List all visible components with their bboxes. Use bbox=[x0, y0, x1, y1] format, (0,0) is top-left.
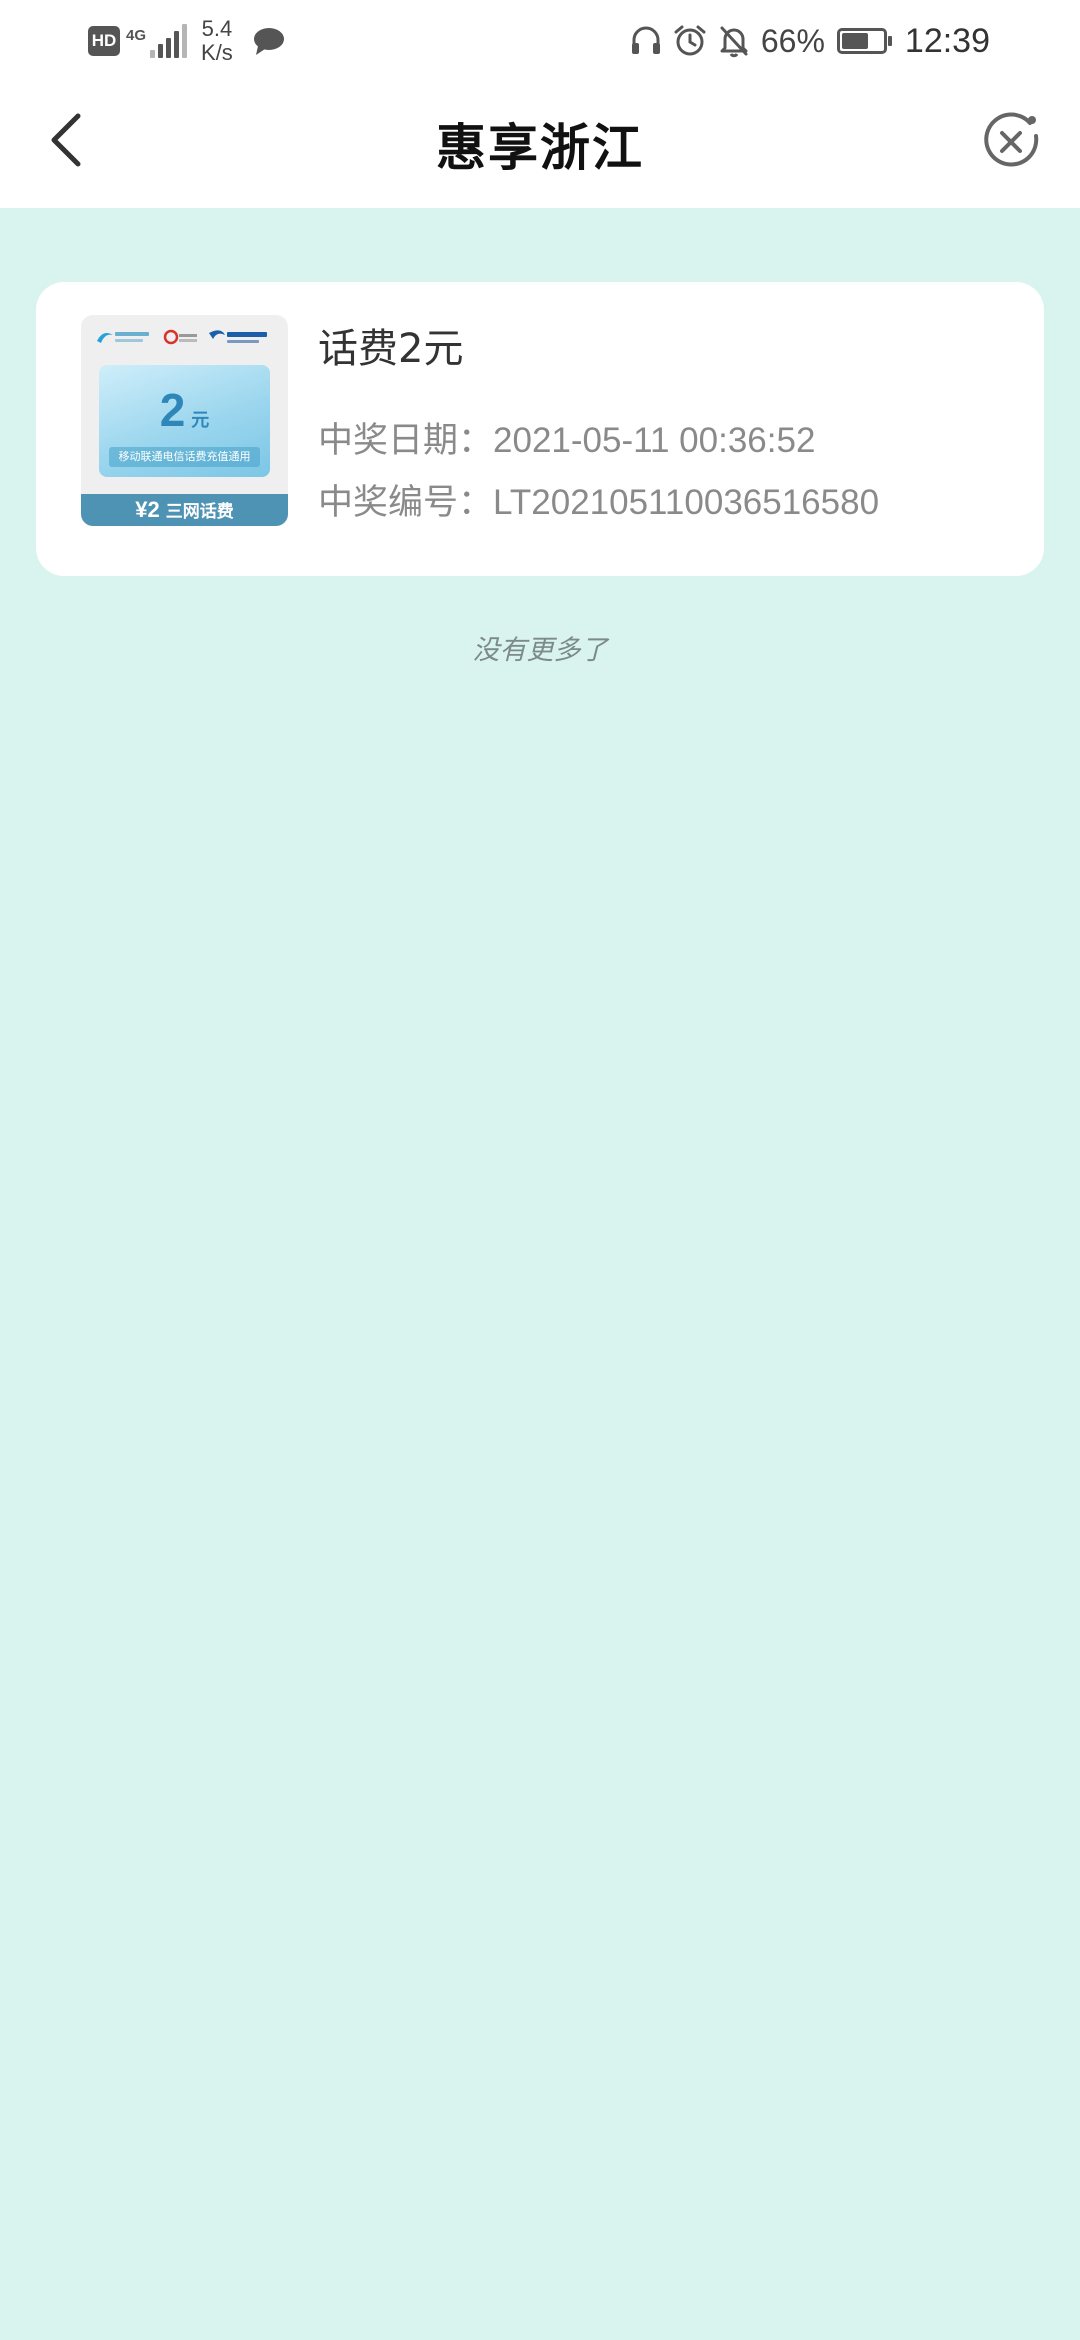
recharge-caption: 移动联通电信话费充值通用 bbox=[109, 447, 260, 467]
prize-serial-value: LT202105110036516580 bbox=[493, 483, 880, 522]
battery-percent: 66% bbox=[760, 22, 825, 59]
status-left: HD 4G 5.4 K/s bbox=[88, 17, 287, 65]
china-unicom-logo bbox=[163, 329, 197, 345]
status-bar: HD 4G 5.4 K/s 66% 12:39 bbox=[0, 0, 1080, 80]
close-circle-icon bbox=[984, 112, 1039, 167]
network-speed: 5.4 K/s bbox=[201, 17, 233, 65]
prize-image: 2元 移动联通电信话费充值通用 ¥2 三网话费 bbox=[81, 315, 288, 526]
speed-unit: K/s bbox=[201, 40, 233, 65]
headphones-icon bbox=[631, 26, 660, 54]
prize-date-value: 2021-05-11 00:36:52 bbox=[493, 421, 816, 460]
china-mobile-logo bbox=[97, 332, 149, 343]
page-title: 惠享浙江 bbox=[436, 119, 644, 177]
list-end-text: 没有更多了 bbox=[472, 635, 608, 666]
status-time: 12:39 bbox=[904, 21, 990, 60]
network-indicator: 4G bbox=[126, 24, 188, 58]
speed-value: 5.4 bbox=[201, 16, 233, 41]
battery-level bbox=[841, 33, 869, 49]
prize-serial-label: 中奖编号： bbox=[318, 483, 494, 523]
prize-record-card[interactable]: 2元 移动联通电信话费充值通用 ¥2 三网话费 话费2元 中奖日期：2021-0… bbox=[36, 282, 1044, 576]
recharge-card-face: 2元 移动联通电信话费充值通用 bbox=[99, 365, 270, 477]
battery-icon bbox=[836, 28, 892, 54]
prize-strip-text: 三网话费 bbox=[165, 502, 234, 522]
recharge-amount-value: 2 bbox=[159, 384, 186, 436]
signal-icon bbox=[150, 24, 188, 58]
china-telecom-logo bbox=[209, 330, 267, 343]
prize-title: 话费2元 bbox=[318, 326, 464, 372]
bell-muted-icon bbox=[720, 26, 748, 58]
prize-serial: 中奖编号：LT202105110036516580 bbox=[318, 474, 879, 525]
status-right: 66% 12:39 bbox=[629, 18, 990, 64]
recharge-amount-unit: 元 bbox=[191, 410, 210, 431]
network-label: 4G bbox=[126, 27, 147, 44]
prize-strip: ¥2 三网话费 bbox=[81, 494, 288, 526]
prize-date-label: 中奖日期： bbox=[318, 421, 494, 461]
nav-bar: 惠享浙江 bbox=[0, 80, 1080, 208]
prize-date: 中奖日期：2021-05-11 00:36:52 bbox=[318, 412, 815, 463]
close-button[interactable] bbox=[980, 110, 1044, 174]
prize-strip-value: ¥2 bbox=[135, 497, 160, 522]
recharge-amount: 2元 bbox=[99, 383, 270, 437]
chat-bubble-icon bbox=[253, 28, 284, 55]
hd-badge: HD bbox=[88, 26, 120, 56]
alarm-icon bbox=[674, 25, 706, 56]
carrier-logos bbox=[93, 325, 276, 351]
